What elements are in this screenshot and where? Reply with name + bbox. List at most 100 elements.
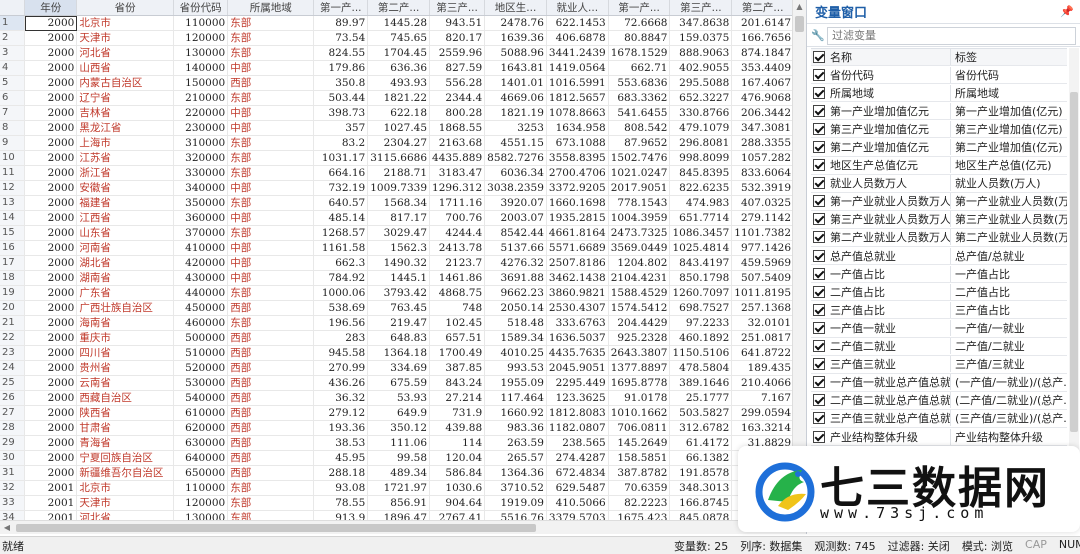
row-number[interactable]: 27 — [0, 405, 26, 421]
table-cell[interactable]: 广西壮族自治区 — [76, 300, 174, 316]
table-cell[interactable]: 330.8766 — [669, 105, 733, 121]
table-cell[interactable]: 478.5804 — [669, 360, 733, 376]
table-row[interactable]: 10 2000 江苏省 320000 东部 1031.17 3115.6686 4435.88… — [0, 150, 806, 166]
table-row[interactable]: 32 2001 北京市 110000 东部 93.08 1721.97 1030.6 3710.… — [0, 480, 806, 496]
table-cell[interactable]: 265.57 — [484, 450, 547, 466]
variable-checkbox[interactable] — [813, 303, 825, 316]
table-cell[interactable]: 556.28 — [429, 75, 486, 91]
table-cell[interactable]: 西部 — [227, 300, 315, 316]
table-cell[interactable]: 662.71 — [608, 60, 671, 76]
variable-checkbox[interactable] — [813, 86, 825, 99]
table-cell[interactable]: 130000 — [173, 45, 229, 61]
table-cell[interactable]: 479.1079 — [669, 120, 733, 136]
variable-checkbox[interactable] — [813, 231, 825, 244]
variable-row[interactable]: 就业人员数万人 就业人员数(万人) — [811, 175, 1067, 193]
table-cell[interactable]: 436.26 — [313, 375, 369, 391]
table-cell[interactable]: 636.36 — [367, 60, 431, 76]
table-cell[interactable]: 1401.01 — [484, 75, 547, 91]
table-cell[interactable]: 822.6235 — [669, 180, 733, 196]
table-cell[interactable]: 843.4197 — [669, 255, 733, 271]
table-cell[interactable]: 1182.0807 — [546, 420, 609, 436]
table-cell[interactable]: 459.5969 — [731, 255, 795, 271]
row-number[interactable]: 22 — [0, 330, 26, 346]
row-number[interactable]: 26 — [0, 390, 26, 406]
table-cell[interactable]: 204.4429 — [608, 315, 671, 331]
row-number[interactable]: 16 — [0, 240, 26, 256]
table-cell[interactable]: 850.1798 — [669, 270, 733, 286]
table-cell[interactable]: 2000 — [24, 405, 78, 421]
table-cell[interactable]: 833.6064 — [731, 165, 795, 181]
table-cell[interactable]: 333.6763 — [546, 315, 609, 331]
table-cell[interactable]: 3691.88 — [484, 270, 547, 286]
row-number[interactable]: 10 — [0, 150, 26, 166]
table-cell[interactable]: 541.6455 — [608, 105, 671, 121]
table-cell[interactable]: 1660.1698 — [546, 195, 609, 211]
table-cell[interactable]: 东部 — [227, 315, 315, 331]
variable-checkbox[interactable] — [813, 213, 825, 226]
row-number[interactable]: 12 — [0, 180, 26, 196]
row-number[interactable]: 11 — [0, 165, 26, 181]
table-cell[interactable]: 2000 — [24, 375, 78, 391]
scroll-up-icon[interactable]: ▲ — [793, 0, 806, 14]
table-cell[interactable]: 145.2649 — [608, 435, 671, 451]
row-number[interactable]: 3 — [0, 45, 26, 61]
table-cell[interactable]: 193.36 — [313, 420, 369, 436]
table-cell[interactable]: 673.1088 — [546, 135, 609, 151]
table-row[interactable]: 27 2000 陕西省 610000 西部 279.12 649.9 731.9 1660.92… — [0, 405, 806, 421]
table-cell[interactable]: 1562.3 — [367, 240, 431, 256]
table-cell[interactable]: 347.3081 — [731, 120, 795, 136]
table-cell[interactable]: 1678.1529 — [608, 45, 671, 61]
table-cell[interactable]: 东部 — [227, 30, 315, 46]
table-cell[interactable]: 348.3013 — [669, 480, 733, 496]
table-row[interactable]: 16 2000 河南省 410000 中部 1161.58 1562.3 2413.78 513… — [0, 240, 806, 256]
variable-row[interactable]: 第二产业增加值亿元 第二产业增加值(亿元) — [811, 138, 1067, 157]
column-header[interactable]: 第三产... — [429, 0, 486, 16]
table-cell[interactable]: 1955.09 — [484, 375, 547, 391]
table-cell[interactable]: 630000 — [173, 435, 229, 451]
table-cell[interactable]: 2000 — [24, 165, 78, 181]
table-cell[interactable]: 288.3355 — [731, 135, 795, 151]
table-cell[interactable]: 中部 — [227, 105, 315, 121]
table-cell[interactable]: 中部 — [227, 180, 315, 196]
table-cell[interactable]: 1896.47 — [367, 510, 431, 520]
table-cell[interactable]: 西部 — [227, 450, 315, 466]
table-cell[interactable]: 2767.41 — [429, 510, 486, 520]
table-cell[interactable]: 山东省 — [76, 225, 174, 241]
table-cell[interactable]: 114 — [429, 435, 486, 451]
table-cell[interactable]: 东部 — [227, 135, 315, 151]
column-header[interactable]: 所属地域 — [227, 0, 315, 16]
table-cell[interactable]: 99.58 — [367, 450, 431, 466]
row-number[interactable]: 24 — [0, 360, 26, 376]
table-cell[interactable]: 110000 — [173, 15, 229, 31]
table-cell[interactable]: 274.4287 — [546, 450, 609, 466]
table-cell[interactable]: 1574.5412 — [608, 300, 671, 316]
data-grid[interactable]: 年份 省份 省份代码 所属地域 第一产... 第二产... 第三产... 地区生... 就业人.… — [0, 0, 806, 520]
table-cell[interactable]: 745.65 — [367, 30, 431, 46]
table-cell[interactable]: 2295.449 — [546, 375, 609, 391]
table-cell[interactable]: 2478.76 — [484, 15, 547, 31]
table-row[interactable]: 20 2000 广西壮族自治区 450000 西部 538.69 763.45 748 2050… — [0, 300, 806, 316]
table-cell[interactable]: 西部 — [227, 375, 315, 391]
table-cell[interactable]: 476.9068 — [731, 90, 795, 106]
table-cell[interactable]: 2188.71 — [367, 165, 431, 181]
table-cell[interactable]: 2000 — [24, 180, 78, 196]
table-cell[interactable]: 2304.27 — [367, 135, 431, 151]
table-cell[interactable]: 440000 — [173, 285, 229, 301]
table-cell[interactable]: 698.7527 — [669, 300, 733, 316]
table-cell[interactable]: 宁夏回族自治区 — [76, 450, 174, 466]
table-cell[interactable]: 350.8 — [313, 75, 369, 91]
table-cell[interactable]: 1568.34 — [367, 195, 431, 211]
table-cell[interactable]: 532.3919 — [731, 180, 795, 196]
table-cell[interactable]: 4661.8164 — [546, 225, 609, 241]
table-cell[interactable]: 西部 — [227, 345, 315, 361]
table-cell[interactable]: 904.64 — [429, 495, 486, 511]
table-cell[interactable]: 166.8745 — [669, 495, 733, 511]
grid-vertical-scrollbar[interactable]: ▲ — [792, 0, 806, 520]
table-cell[interactable]: 370000 — [173, 225, 229, 241]
table-cell[interactable]: 263.59 — [484, 435, 547, 451]
table-cell[interactable]: 1101.7382 — [731, 225, 795, 241]
table-cell[interactable]: 189.435 — [731, 360, 795, 376]
row-number[interactable]: 4 — [0, 60, 26, 76]
table-cell[interactable]: 2643.3807 — [608, 345, 671, 361]
table-cell[interactable]: 856.91 — [367, 495, 431, 511]
